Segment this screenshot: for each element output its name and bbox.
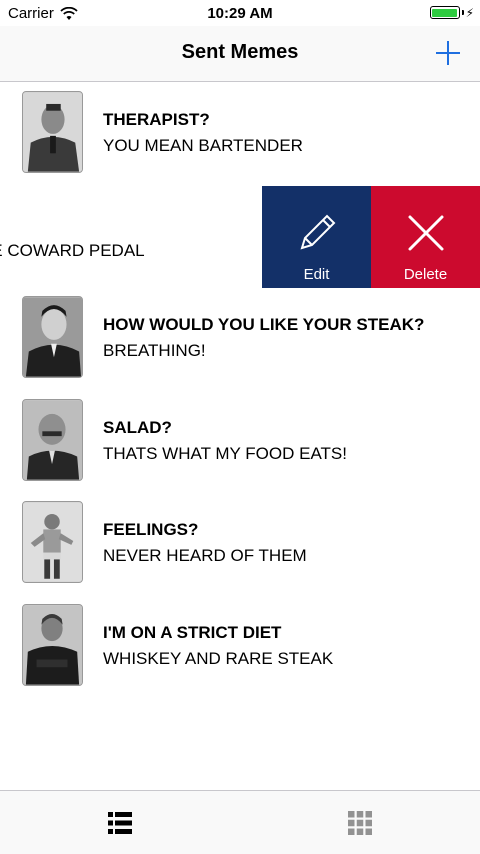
swipe-actions: Edit Delete xyxy=(262,185,480,288)
meme-top-text: HOW WOULD YOU LIKE YOUR STEAK? xyxy=(103,315,425,334)
table-row-swiped[interactable]: HE COWARD PEDAL Edit xyxy=(0,185,480,288)
list-icon xyxy=(108,811,132,835)
status-bar: Carrier 10:29 AM ⚡ xyxy=(0,0,480,26)
grid-icon xyxy=(348,810,372,835)
delete-button[interactable]: Delete xyxy=(371,185,480,288)
tab-list-view[interactable] xyxy=(0,791,240,854)
table-row[interactable]: FEELINGS? NEVER HEARD OF THEM xyxy=(0,493,480,596)
delete-label: Delete xyxy=(403,266,448,283)
meme-bottom-text: BREATHING! xyxy=(103,341,206,360)
edit-label: Edit xyxy=(303,266,330,283)
edit-button[interactable]: Edit xyxy=(262,185,371,288)
pencil-icon xyxy=(296,212,338,254)
table-row[interactable]: SALAD? THATS WHAT MY FOOD EATS! xyxy=(0,391,480,494)
battery-indicator: ⚡ xyxy=(429,5,474,20)
sent-memes-table: THERAPIST? YOU MEAN BARTENDER HE COWARD … xyxy=(0,83,480,698)
charging-bolt-icon: ⚡ xyxy=(465,5,474,20)
page-title: Sent Memes xyxy=(181,41,299,63)
meme-top-text: SALAD? xyxy=(103,417,172,437)
meme-thumbnail xyxy=(22,501,83,583)
meme-bottom-text: NEVER HEARD OF THEM xyxy=(103,546,307,565)
meme-bottom-text: YOU MEAN BARTENDER xyxy=(103,136,303,155)
table-row[interactable]: THERAPIST? YOU MEAN BARTENDER xyxy=(0,83,480,186)
table-row[interactable]: I'M ON A STRICT DIET WHISKEY AND RARE ST… xyxy=(0,596,480,699)
meme-bottom-text: HE COWARD PEDAL xyxy=(0,240,145,260)
meme-top-text: THERAPIST? xyxy=(103,110,210,129)
meme-top-text: FEELINGS? xyxy=(103,520,199,539)
meme-thumbnail xyxy=(22,91,83,173)
navigation-bar: Sent Memes xyxy=(0,26,480,82)
battery-icon xyxy=(429,6,460,19)
clock: 10:29 AM xyxy=(207,5,273,22)
table-row[interactable]: HOW WOULD YOU LIKE YOUR STEAK? BREATHING… xyxy=(0,288,480,391)
meme-thumbnail xyxy=(22,603,83,686)
meme-bottom-text: THATS WHAT MY FOOD EATS! xyxy=(103,443,347,463)
close-icon xyxy=(405,212,447,254)
meme-bottom-text: WHISKEY AND RARE STEAK xyxy=(103,648,334,668)
meme-thumbnail xyxy=(22,296,83,378)
tab-grid-view[interactable] xyxy=(240,791,480,854)
meme-thumbnail xyxy=(22,398,83,481)
add-meme-button[interactable] xyxy=(432,37,464,69)
meme-top-text: I'M ON A STRICT DIET xyxy=(103,622,282,642)
tab-bar xyxy=(0,790,480,854)
